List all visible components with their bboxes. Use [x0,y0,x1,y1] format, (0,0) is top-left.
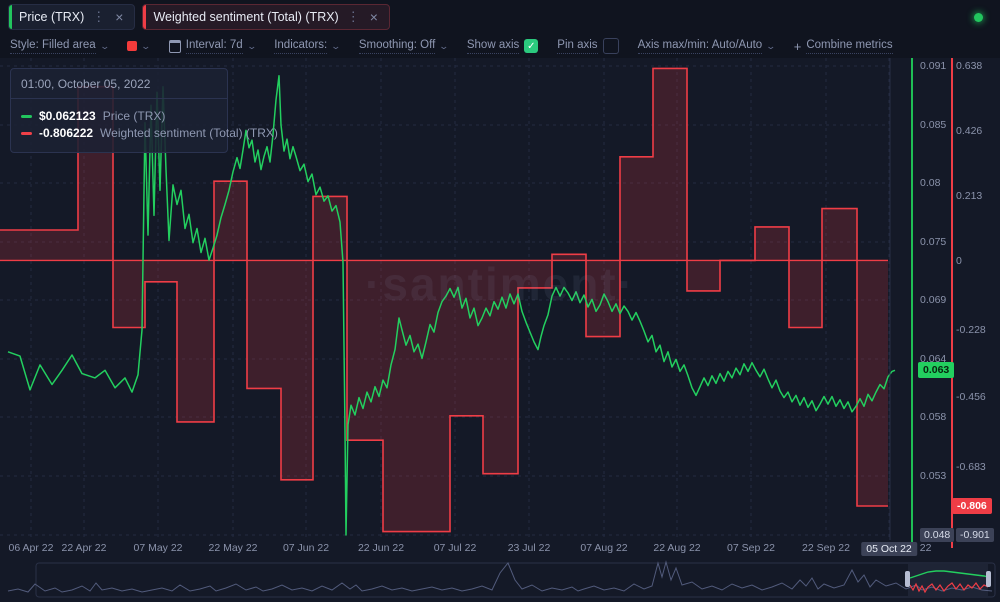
scrubber-sparkline [8,562,992,592]
price-color-bar [9,5,12,29]
metric-tab-bar: Price (TRX) ⋮ × Weighted sentiment (Tota… [0,0,1000,34]
chevron-down-icon: ⌄ [766,41,777,52]
kebab-menu-icon[interactable]: ⋮ [346,9,361,25]
chevron-down-icon: ⌄ [246,41,257,52]
santiment-chart-app: ·santiment· 0.0910.0850.080.0750.0690.06… [0,0,1000,602]
tab-label: Weighted sentiment (Total) (TRX) [153,10,338,24]
chevron-down-icon: ⌄ [331,41,342,52]
calendar-icon [169,40,181,53]
chevron-down-icon: ⌄ [99,41,110,52]
close-icon[interactable]: × [113,10,125,24]
indicators-dropdown[interactable]: Indicators: ⌄ [274,39,340,54]
show-axis-toggle[interactable]: Show axis ✓ [467,39,538,54]
sentiment-color-bar [143,5,146,29]
chevron-down-icon: ⌄ [439,41,450,52]
interval-dropdown[interactable]: Interval: 7d ⌄ [169,39,255,54]
smoothing-label: Smoothing: Off [359,39,436,54]
axis-maxmin-label: Axis max/min: Auto/Auto [638,39,763,54]
kebab-menu-icon[interactable]: ⋮ [91,9,106,25]
plus-icon: + [794,39,802,54]
chart-toolbar: Style: Filled area ⌄ ⌄ Interval: 7d ⌄ In… [0,34,1000,58]
scrubber-selection[interactable] [908,564,988,596]
color-swatch[interactable] [127,41,137,51]
scrubber-handle-left[interactable] [905,571,910,587]
axis-maxmin-dropdown[interactable]: Axis max/min: Auto/Auto ⌄ [638,39,775,54]
interval-label: Interval: 7d [186,39,243,54]
style-label: Style: Filled area [10,39,96,54]
style-dropdown[interactable]: Style: Filled area ⌄ [10,39,108,54]
pin-axis-label: Pin axis [557,39,597,54]
checkbox-unchecked-icon[interactable] [603,38,619,54]
scrubber-handle-right[interactable] [986,571,991,587]
checkbox-checked-icon[interactable]: ✓ [524,39,538,53]
tab-weighted-sentiment[interactable]: Weighted sentiment (Total) (TRX) ⋮ × [142,4,389,30]
tab-price-trx[interactable]: Price (TRX) ⋮ × [8,4,135,30]
combine-metrics-label: Combine metrics [806,39,892,54]
combine-metrics-button[interactable]: + Combine metrics [794,39,893,54]
timeline-scrubber[interactable] [0,0,1000,602]
smoothing-dropdown[interactable]: Smoothing: Off ⌄ [359,39,448,54]
close-icon[interactable]: × [368,10,380,24]
pin-axis-toggle[interactable]: Pin axis [557,38,618,54]
indicators-label: Indicators: [274,39,327,54]
chevron-down-icon: ⌄ [141,41,152,52]
tab-label: Price (TRX) [19,10,84,24]
show-axis-label: Show axis [467,39,519,54]
status-dot [974,13,983,22]
top-bars: Price (TRX) ⋮ × Weighted sentiment (Tota… [0,0,1000,58]
color-swatch-dropdown[interactable]: ⌄ [127,41,150,52]
